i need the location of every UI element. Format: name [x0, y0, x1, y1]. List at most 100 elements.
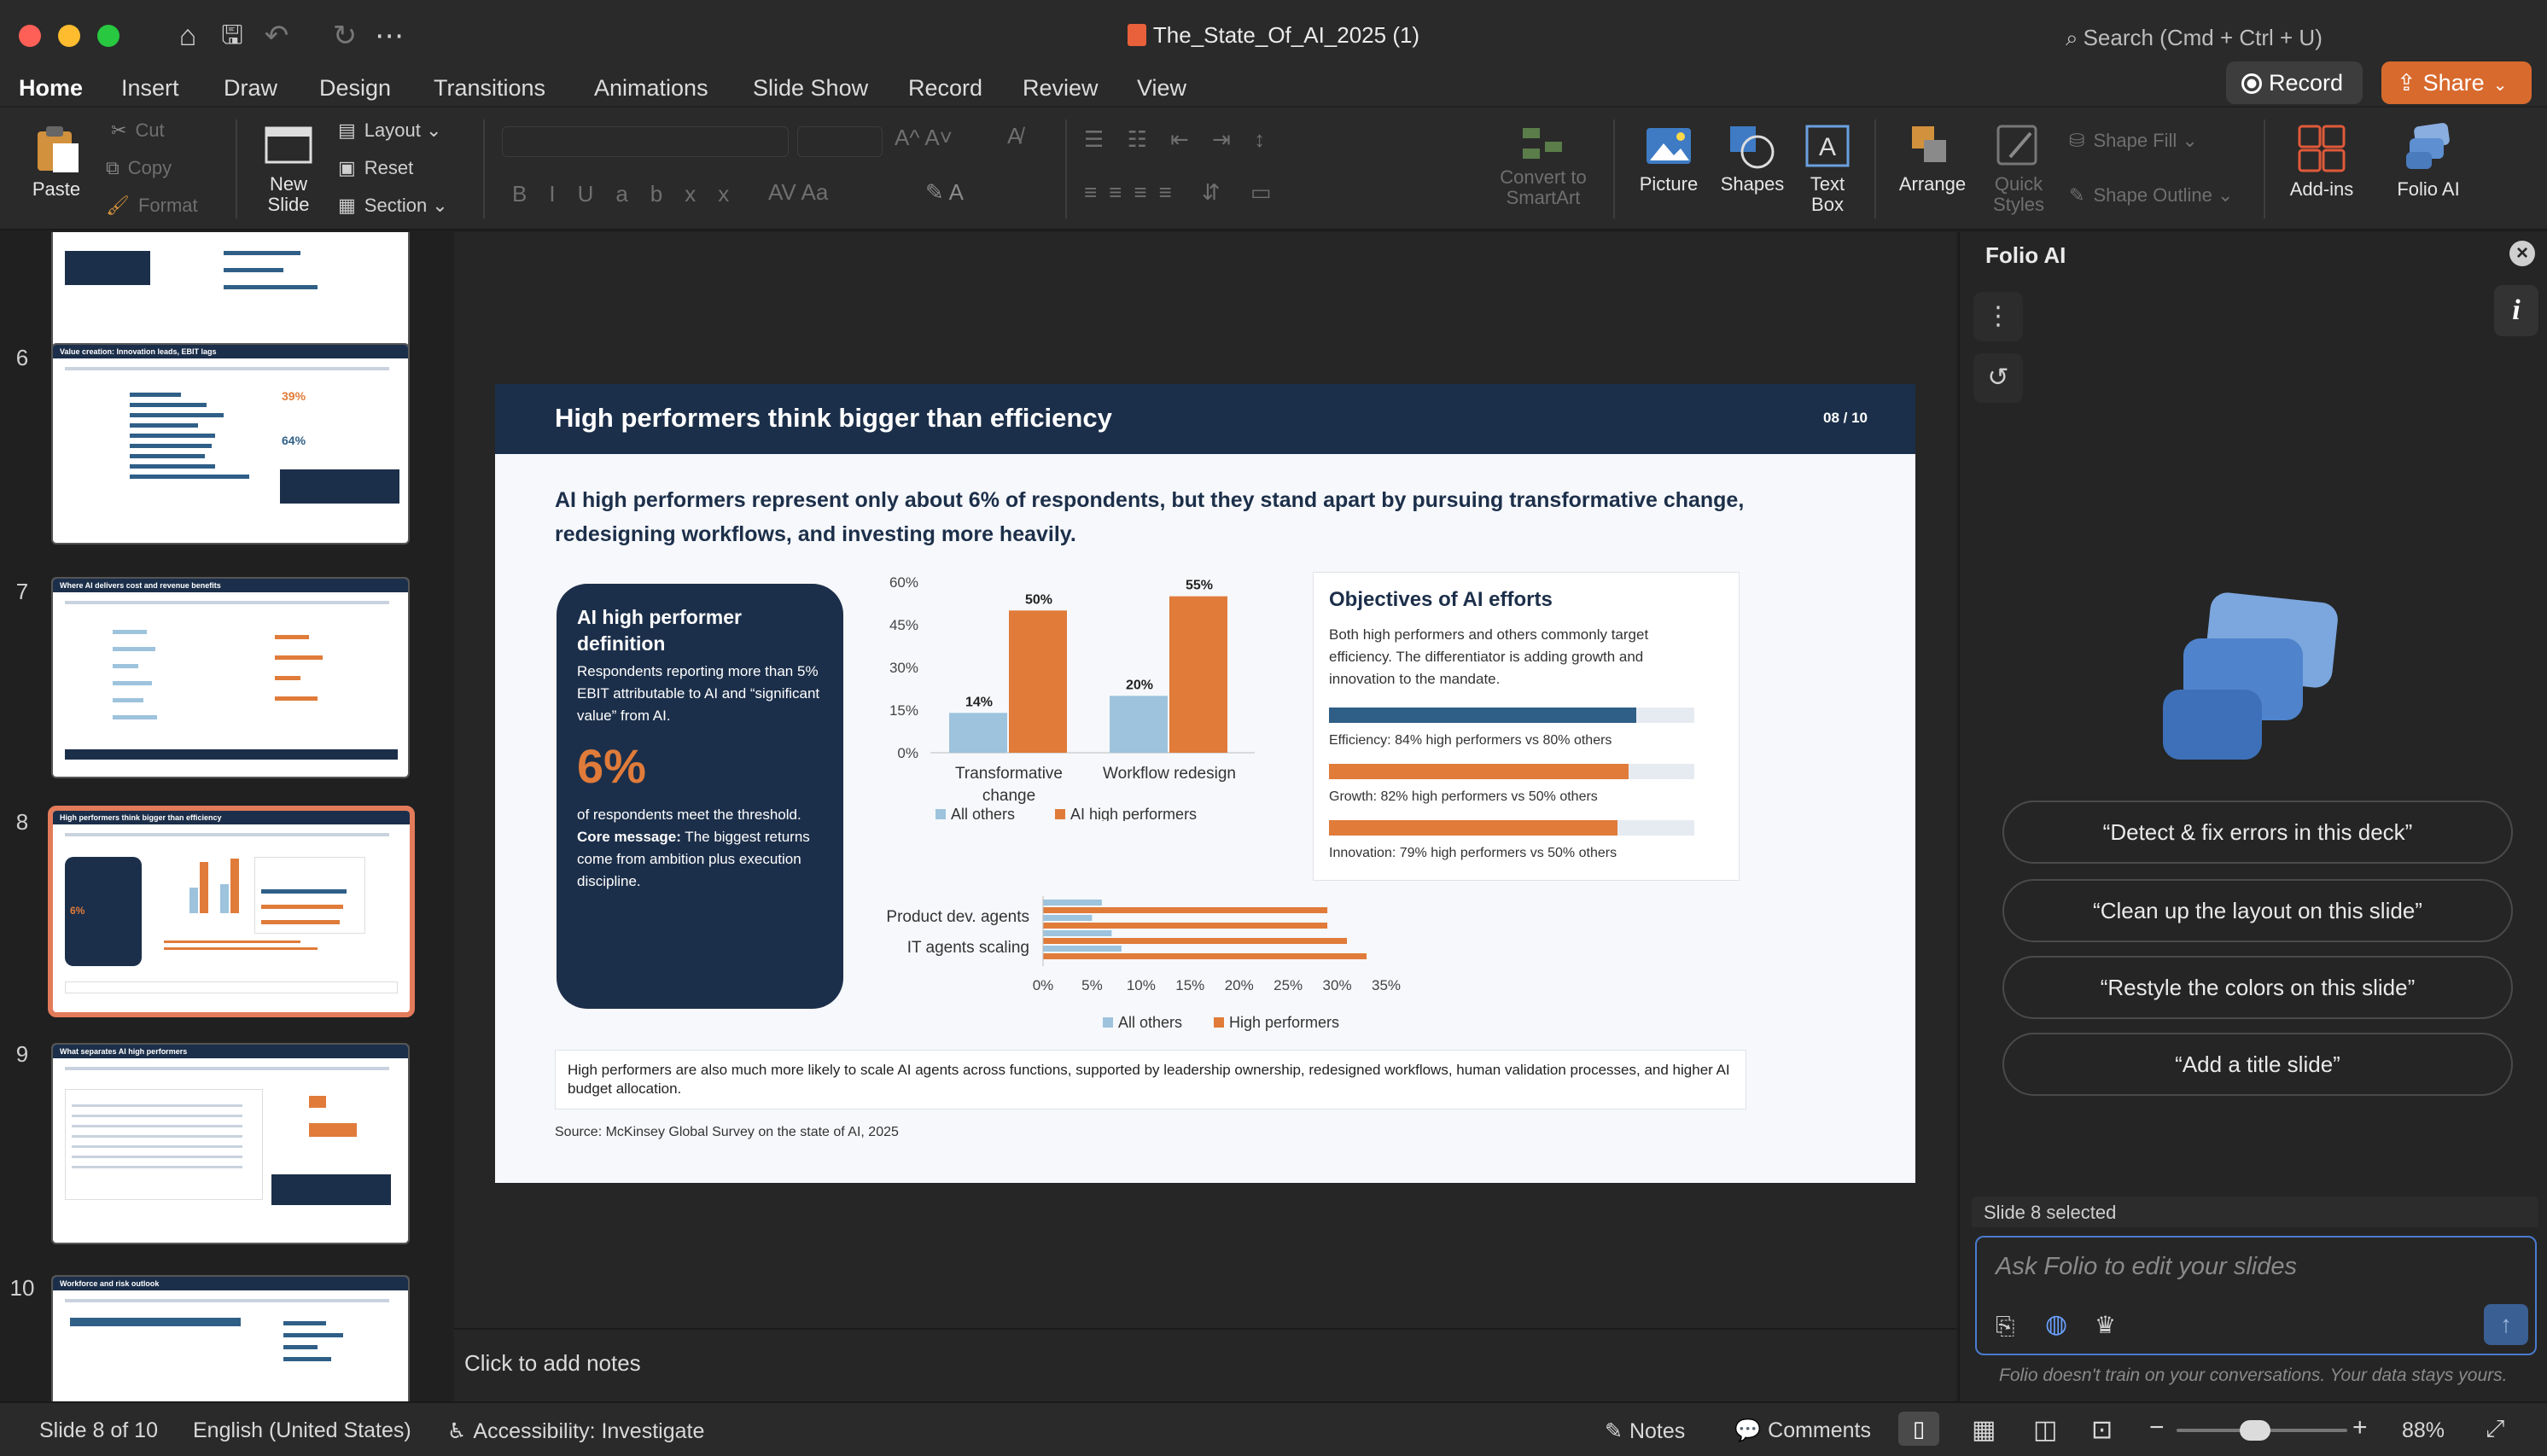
slide-thumbnail-9[interactable]: What separates AI high performers: [51, 1043, 410, 1244]
paste-button[interactable]: Paste: [20, 123, 92, 200]
objective-track: [1329, 708, 1694, 723]
layout-button[interactable]: ▤ Layout ⌄: [338, 119, 441, 142]
character-spacing-icon[interactable]: AV Aa: [768, 181, 828, 203]
format-painter-button[interactable]: 🖌 Format: [106, 195, 198, 217]
text-box-button[interactable]: A Text Box: [1798, 123, 1857, 215]
bar: [1043, 900, 1102, 906]
accessibility-checker[interactable]: ♿ Accessibility: Investigate: [447, 1418, 704, 1444]
definition-after-text: of respondents meet the threshold.: [577, 807, 801, 823]
tab-slide-show[interactable]: Slide Show: [753, 72, 868, 106]
shape-fill-label: Shape Fill: [2093, 130, 2177, 151]
search-box[interactable]: ⌕ Search (Cmd + Ctrl + U): [2066, 20, 2364, 55]
shapes-button[interactable]: Shapes: [1714, 123, 1791, 195]
tab-home[interactable]: Home: [19, 72, 84, 111]
zoom-out-icon[interactable]: −: [2149, 1413, 2165, 1442]
presenter-view-icon[interactable]: ⊡: [2091, 1415, 2113, 1445]
clear-format-icon[interactable]: A̸: [1007, 125, 1022, 147]
zoom-level[interactable]: 88%: [2402, 1418, 2445, 1443]
text-box-icon: A: [1805, 125, 1850, 167]
share-button[interactable]: ⇪ Share ⌄: [2381, 61, 2532, 104]
comments-toggle[interactable]: 💬 Comments: [1734, 1418, 1871, 1443]
more-options-icon[interactable]: ⋮: [1973, 292, 2023, 341]
fit-to-window-icon[interactable]: ⤢: [2486, 1415, 2504, 1443]
folio-ai-button[interactable]: Folio AI: [2381, 123, 2475, 200]
language-indicator[interactable]: English (United States): [193, 1418, 411, 1443]
vertical-bar-chart[interactable]: 0% 15% 30% 45% 60% 14% 50% Transformative change…: [862, 574, 1272, 821]
close-icon[interactable]: ×: [2509, 241, 2535, 266]
chat-input-placeholder[interactable]: Ask Folio to edit your slides: [1996, 1253, 2297, 1281]
prompt-detect-errors[interactable]: “Detect & fix errors in this deck”: [2002, 801, 2513, 864]
info-icon[interactable]: i: [2494, 285, 2538, 336]
definition-card[interactable]: AI high performer definition Respondents…: [557, 584, 843, 1009]
shape-outline-button[interactable]: ✎ Shape Outline ⌄: [2069, 184, 2233, 207]
section-button[interactable]: ▦ Section ⌄: [338, 195, 448, 217]
slide-thumbnail-8-selected[interactable]: High performers think bigger than effici…: [48, 806, 415, 1017]
list-icons[interactable]: ☰ ☷ ⇤ ⇥ ↕: [1084, 128, 1274, 150]
pen-icon: ✎: [2069, 184, 2085, 206]
font-size-select[interactable]: [797, 126, 883, 157]
legend-swatch: [1214, 1017, 1224, 1028]
note-box[interactable]: High performers are also much more likel…: [555, 1050, 1746, 1109]
slide-thumbnail-pane[interactable]: 6 Value creation: Innovation leads, EBIT…: [0, 232, 452, 1401]
x-tick-label: 15%: [1175, 977, 1204, 993]
slide[interactable]: High performers think bigger than effici…: [495, 384, 1915, 1183]
normal-view-icon[interactable]: ▯: [1898, 1412, 1939, 1446]
arrange-button[interactable]: Arrange: [1890, 123, 1975, 195]
slide-sorter-icon[interactable]: ▦: [1972, 1415, 1996, 1445]
align-icons[interactable]: ≡≡≡≡ ⇵ ▭: [1084, 181, 1283, 203]
copy-button[interactable]: ⧉ Copy: [106, 157, 172, 179]
paperclip-icon[interactable]: ⎘: [1996, 1313, 2014, 1341]
notes-toggle[interactable]: ✎ Notes: [1605, 1418, 1685, 1444]
crown-icon[interactable]: ♛: [2095, 1311, 2116, 1339]
chat-input-box[interactable]: Ask Folio to edit your slides ⎘ ◍ ♛ ↑: [1975, 1236, 2537, 1355]
globe-icon[interactable]: ◍: [2045, 1309, 2067, 1339]
quick-styles-label-2: Styles: [1993, 194, 2044, 215]
slide-title[interactable]: High performers think bigger than effici…: [555, 403, 1112, 434]
add-ins-button[interactable]: Add-ins: [2279, 123, 2364, 200]
thumbnail-number: 9: [15, 1041, 29, 1067]
font-family-select[interactable]: [502, 126, 789, 157]
record-button[interactable]: Record: [2226, 61, 2363, 104]
send-button[interactable]: ↑: [2484, 1304, 2528, 1345]
arrange-icon: [1912, 126, 1946, 162]
prompt-restyle-colors[interactable]: “Restyle the colors on this slide”: [2002, 956, 2513, 1019]
history-icon[interactable]: ↺: [1973, 353, 2023, 403]
tab-draw[interactable]: Draw: [224, 72, 277, 106]
tab-view[interactable]: View: [1137, 72, 1186, 106]
tab-transitions[interactable]: Transitions: [434, 72, 545, 106]
tab-record[interactable]: Record: [908, 72, 982, 106]
source-text[interactable]: Source: McKinsey Global Survey on the st…: [555, 1125, 899, 1140]
reset-button[interactable]: ▣ Reset: [338, 157, 413, 179]
slide-thumbnail-10[interactable]: Workforce and risk outlook: [51, 1275, 410, 1401]
notes-pane[interactable]: Click to add notes: [454, 1328, 1956, 1401]
tab-animations[interactable]: Animations: [594, 72, 708, 106]
objective-fill: [1329, 708, 1636, 723]
slide-subtitle[interactable]: AI high performers represent only about …: [555, 483, 1767, 551]
grow-font-icon[interactable]: A^ A˅: [895, 126, 953, 149]
slide-thumbnail-6[interactable]: Value creation: Innovation leads, EBIT l…: [51, 343, 410, 545]
new-slide-button[interactable]: New Slide: [253, 123, 324, 215]
picture-button[interactable]: Picture: [1630, 123, 1707, 195]
prompt-clean-layout[interactable]: “Clean up the layout on this slide”: [2002, 879, 2513, 942]
reading-view-icon[interactable]: ◫: [2033, 1415, 2057, 1445]
highlight-color-icon[interactable]: ✎ A: [925, 181, 964, 203]
zoom-in-icon[interactable]: +: [2352, 1413, 2368, 1442]
text-format-icons[interactable]: BIUabxx: [512, 183, 751, 205]
horizontal-bar-chart[interactable]: Product dev. agents IT agents scaling 0% 5%…: [862, 894, 1408, 1045]
bar: [1043, 930, 1112, 936]
cut-button[interactable]: ✂ Cut: [111, 119, 165, 142]
tab-insert[interactable]: Insert: [121, 72, 179, 106]
selection-indicator: Slide 8 selected: [1972, 1197, 2538, 1227]
objective-track: [1329, 764, 1694, 779]
shape-fill-button[interactable]: ⛁ Shape Fill ⌄: [2069, 130, 2198, 152]
quick-styles-button[interactable]: Quick Styles: [1982, 123, 2055, 215]
bar: [1110, 696, 1168, 753]
zoom-slider-thumb[interactable]: [2240, 1420, 2270, 1441]
layout-label: Layout: [364, 119, 421, 141]
slide-thumbnail-7[interactable]: Where AI delivers cost and revenue benef…: [51, 577, 410, 778]
convert-smartart-button[interactable]: Convert to SmartArt: [1492, 125, 1594, 208]
prompt-add-title-slide[interactable]: “Add a title slide”: [2002, 1033, 2513, 1096]
objectives-card[interactable]: Objectives of AI efforts Both high perfo…: [1313, 572, 1740, 881]
tab-review[interactable]: Review: [1023, 72, 1099, 106]
tab-design[interactable]: Design: [319, 72, 391, 106]
